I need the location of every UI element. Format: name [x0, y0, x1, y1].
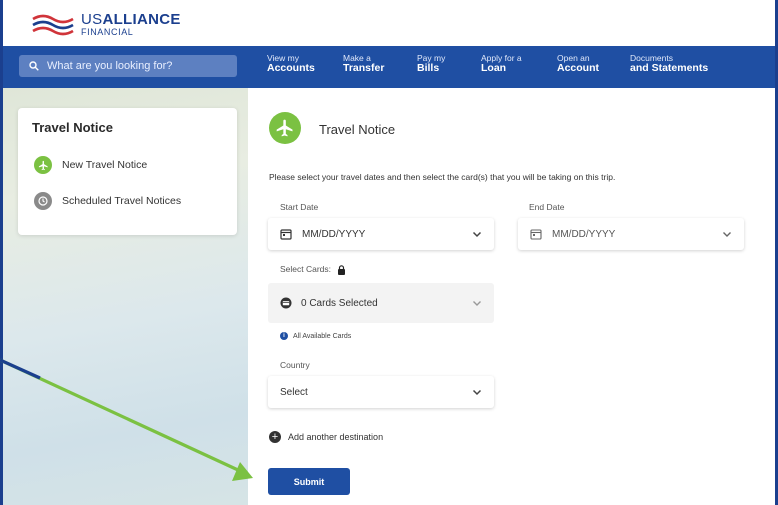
page-title: Travel Notice	[319, 122, 396, 137]
chevron-down-icon	[472, 231, 482, 238]
nav-accounts-label: Accounts	[267, 61, 315, 74]
nav-open-account-label: Account	[557, 61, 599, 74]
nav-open-account[interactable]: Open an Account	[557, 54, 599, 74]
brand-logo[interactable]: USALLIANCE FINANCIAL	[31, 12, 181, 37]
nav-loan[interactable]: Apply for a Loan	[481, 54, 522, 74]
nav-loan-label: Loan	[481, 61, 507, 74]
start-date-placeholder: MM/DD/YYYY	[302, 228, 366, 240]
country-label: Country	[280, 360, 310, 370]
add-destination-link[interactable]: + Add another destination	[269, 431, 383, 443]
nav-transfer-label: Transfer	[343, 61, 385, 74]
brand-alliance: ALLIANCE	[102, 11, 181, 28]
plus-icon: +	[269, 431, 281, 443]
instructions-text: Please select your travel dates and then…	[269, 172, 616, 182]
clock-icon	[34, 192, 52, 210]
brand-us: US	[81, 11, 103, 28]
select-cards-label: Select Cards:	[280, 264, 346, 275]
nav-accounts[interactable]: View my Accounts	[267, 54, 315, 74]
all-available-cards-note: i All Available Cards	[280, 332, 351, 340]
travel-notice-menu: Travel Notice New Travel Notice Schedule…	[18, 108, 237, 235]
lock-icon	[338, 264, 346, 275]
sidebar-item-label: New Travel Notice	[62, 159, 148, 171]
end-date-placeholder: MM/DD/YYYY	[552, 228, 616, 240]
add-destination-label: Add another destination	[288, 432, 384, 442]
chevron-down-icon	[473, 301, 481, 306]
calendar-icon	[530, 229, 542, 240]
all-available-cards-text: All Available Cards	[293, 332, 352, 340]
start-date-field[interactable]: MM/DD/YYYY	[268, 218, 494, 250]
country-value: Select	[280, 386, 308, 398]
chevron-down-icon	[723, 232, 731, 237]
search-placeholder: What are you looking for?	[47, 60, 173, 72]
airplane-icon	[269, 112, 301, 144]
nav-bills-label: Bills	[417, 61, 440, 74]
cards-selected-value: 0 Cards Selected	[301, 297, 378, 309]
brand-name: USALLIANCE	[81, 12, 181, 27]
flag-stripes-icon	[32, 14, 74, 35]
top-navigation: What are you looking for? View my Accoun…	[3, 46, 775, 88]
cards-select-field[interactable]: 0 Cards Selected	[268, 283, 494, 323]
chevron-down-icon	[472, 389, 482, 396]
sidebar-item-scheduled-travel-notices[interactable]: Scheduled Travel Notices	[34, 192, 181, 210]
sidebar-item-new-travel-notice[interactable]: New Travel Notice	[34, 156, 147, 174]
nav-documents-label: and Statements	[630, 61, 709, 74]
card-icon	[280, 297, 292, 309]
brand-subtitle: FINANCIAL	[81, 27, 134, 37]
end-date-field[interactable]: MM/DD/YYYY	[518, 218, 744, 250]
sidebar-title: Travel Notice	[32, 120, 113, 135]
nav-documents[interactable]: Documents and Statements	[630, 54, 708, 74]
info-icon: i	[280, 332, 288, 340]
select-cards-label-text: Select Cards:	[280, 264, 332, 274]
header: USALLIANCE FINANCIAL	[3, 0, 775, 46]
country-select[interactable]: Select	[268, 376, 494, 408]
search-icon	[29, 61, 39, 71]
submit-button[interactable]: Submit	[268, 468, 350, 495]
nav-transfer[interactable]: Make a Transfer	[343, 54, 384, 74]
calendar-icon	[280, 229, 292, 240]
sidebar-item-label: Scheduled Travel Notices	[62, 195, 182, 207]
airplane-icon	[34, 156, 52, 174]
start-date-label: Start Date	[280, 202, 319, 212]
nav-bills[interactable]: Pay my Bills	[417, 54, 445, 74]
end-date-label: End Date	[529, 202, 565, 212]
search-input[interactable]: What are you looking for?	[19, 55, 237, 77]
